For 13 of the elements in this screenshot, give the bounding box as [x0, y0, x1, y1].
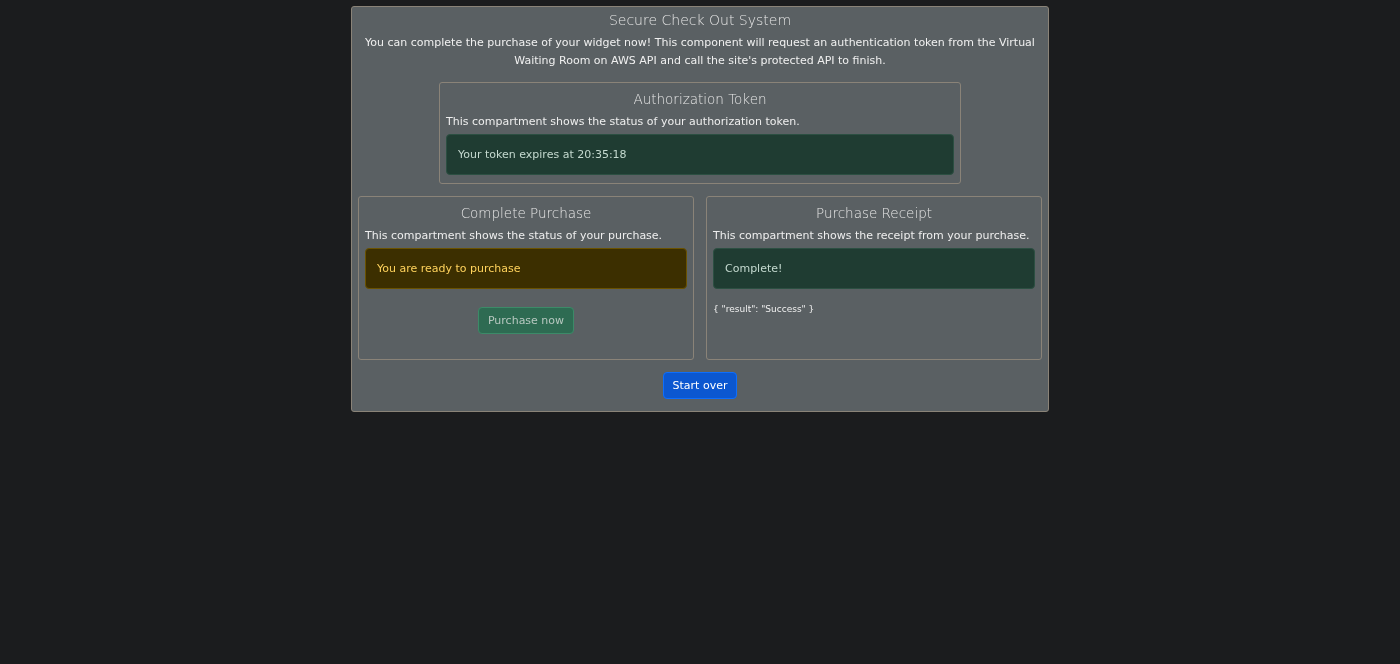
- card-title: Secure Check Out System: [607, 12, 793, 28]
- panel-description: This compartment shows the status of your authorization token.: [446, 115, 801, 128]
- purchase-status-alert: You are ready to purchase: [365, 248, 687, 289]
- panel-title: Complete Purchase: [459, 205, 593, 221]
- panel-title: Purchase Receipt: [815, 205, 933, 221]
- intro-text: You can complete the purchase of your widget now! This component will request an authentication token from the Virtual Waiting Room on AWS API and call the site's protected API to finish.: [364, 35, 1036, 69]
- panel-title: Authorization Token: [632, 91, 768, 107]
- receipt-status-alert: Complete!: [713, 248, 1035, 289]
- panel-description: This compartment shows the receipt from your purchase.: [713, 229, 1031, 242]
- panel-description: This compartment shows the status of your purchase.: [365, 229, 664, 242]
- token-status-alert: Your token expires at 20:35:18: [446, 134, 954, 175]
- result-json: { "result": "Success" }: [713, 304, 816, 314]
- start-over-button[interactable]: Start over: [662, 372, 738, 399]
